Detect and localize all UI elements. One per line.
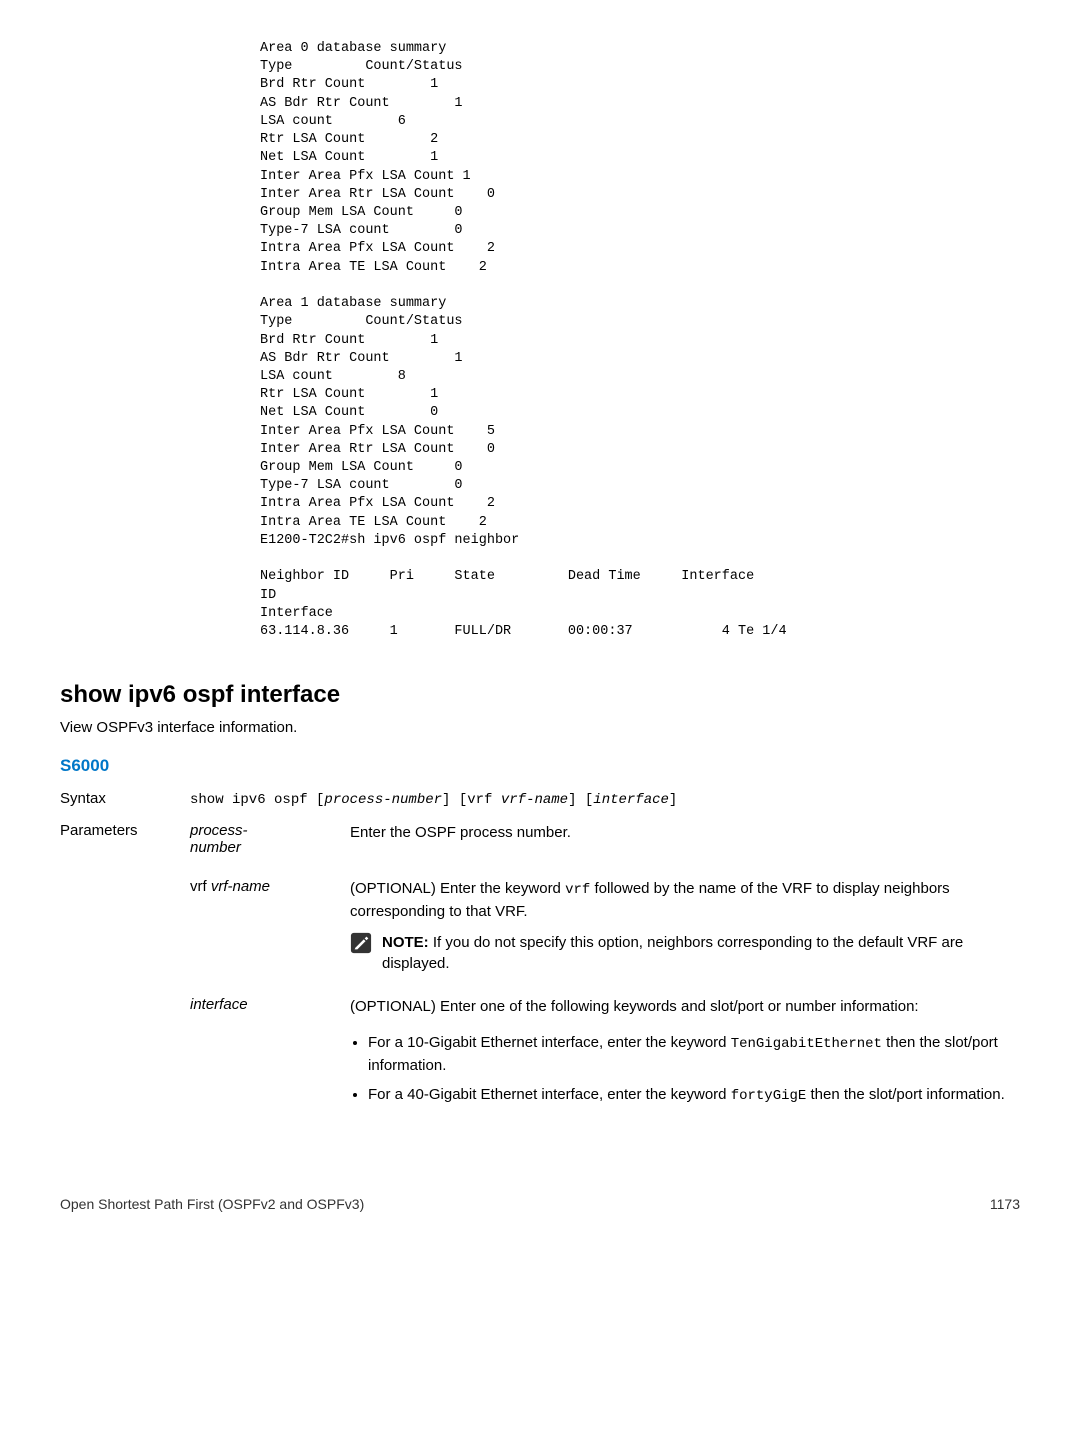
- param-vrf-ital: vrf-name: [211, 878, 270, 895]
- syntax-command: show ipv6 ospf [process-number] [vrf vrf…: [190, 792, 677, 808]
- param-interface-desc-text: (OPTIONAL) Enter one of the following ke…: [350, 998, 919, 1015]
- platform-heading: S6000: [60, 756, 1020, 776]
- footer-left: Open Shortest Path First (OSPFv2 and OSP…: [60, 1196, 364, 1212]
- bullet-code: TenGigabitEthernet: [731, 1036, 882, 1052]
- note-text: NOTE: If you do not specify this option,…: [382, 932, 1020, 974]
- param-process-number-desc: Enter the OSPF process number.: [350, 822, 1020, 856]
- bullet-code: fortyGigE: [731, 1088, 807, 1104]
- interface-bullets: For a 10-Gigabit Ethernet interface, ent…: [350, 1032, 1020, 1106]
- list-item: For a 10-Gigabit Ethernet interface, ent…: [368, 1032, 1020, 1076]
- param-vrf-desc-pre: (OPTIONAL) Enter the keyword: [350, 880, 565, 897]
- section-description: View OSPFv3 interface information.: [60, 719, 1020, 736]
- syntax-label: Syntax: [60, 790, 190, 807]
- footer-right: 1173: [990, 1196, 1020, 1212]
- section-title: show ipv6 ospf interface: [60, 681, 1020, 709]
- bullet-text: For a 40-Gigabit Ethernet interface, ent…: [368, 1086, 731, 1103]
- note-body: If you do not specify this option, neigh…: [382, 934, 963, 972]
- param-vrf-desc: (OPTIONAL) Enter the keyword vrf followe…: [350, 878, 1020, 974]
- param-vrf-prefix: vrf: [190, 878, 211, 895]
- param-vrf-keyword: vrf: [565, 882, 590, 898]
- param-vrf-name: vrf vrf-name: [190, 878, 350, 974]
- syntax-arg: vrf-name: [501, 792, 568, 808]
- bullet-text: then the slot/port information.: [806, 1086, 1004, 1103]
- syntax-arg: process-number: [324, 792, 442, 808]
- syntax-text: show ipv6 ospf [: [190, 792, 324, 808]
- note-box: NOTE: If you do not specify this option,…: [350, 932, 1020, 974]
- syntax-arg: interface: [593, 792, 669, 808]
- page-footer: Open Shortest Path First (OSPFv2 and OSP…: [60, 1196, 1020, 1212]
- syntax-text: ]: [669, 792, 677, 808]
- param-interface-name: interface: [190, 996, 350, 1114]
- param-process-number-name: process- number: [190, 822, 350, 856]
- pencil-icon: [350, 932, 372, 954]
- note-label: NOTE:: [382, 934, 433, 951]
- parameters-label: Parameters: [60, 822, 190, 839]
- list-item: For a 40-Gigabit Ethernet interface, ent…: [368, 1084, 1020, 1107]
- code-output: Area 0 database summary Type Count/Statu…: [260, 40, 1020, 641]
- bullet-text: For a 10-Gigabit Ethernet interface, ent…: [368, 1034, 731, 1051]
- syntax-text: ] [vrf: [442, 792, 501, 808]
- param-interface-desc: (OPTIONAL) Enter one of the following ke…: [350, 996, 1020, 1114]
- syntax-text: ] [: [568, 792, 593, 808]
